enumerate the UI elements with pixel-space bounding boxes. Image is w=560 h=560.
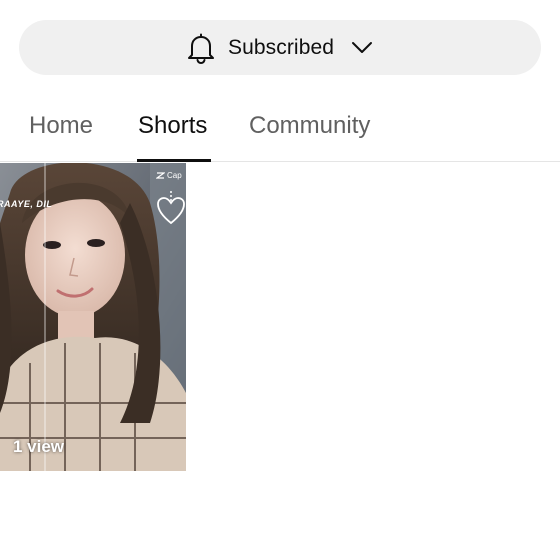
subscribed-button[interactable]: Subscribed xyxy=(19,20,541,75)
tab-home[interactable]: Home xyxy=(29,112,93,140)
channel-page: Subscribed Home Shorts Community RAAYE, … xyxy=(0,0,560,560)
short-thumbnail[interactable]: RAAYE, DIL Cap 1 view xyxy=(0,163,186,471)
tab-community[interactable]: Community xyxy=(249,112,370,140)
subscribed-label: Subscribed xyxy=(227,35,335,59)
view-count: 1 view xyxy=(13,437,65,456)
bell-icon xyxy=(186,32,216,64)
chevron-down-icon xyxy=(350,36,374,60)
tab-shorts[interactable]: Shorts xyxy=(138,112,207,140)
overlay-caption: RAAYE, DIL xyxy=(0,199,53,209)
heart-icon xyxy=(157,191,185,225)
active-tab-indicator xyxy=(137,159,211,162)
capcut-icon xyxy=(156,172,165,179)
channel-tabs: Home Shorts Community xyxy=(0,100,560,162)
capcut-watermark: Cap xyxy=(156,171,182,180)
watermark-text: Cap xyxy=(167,171,182,180)
